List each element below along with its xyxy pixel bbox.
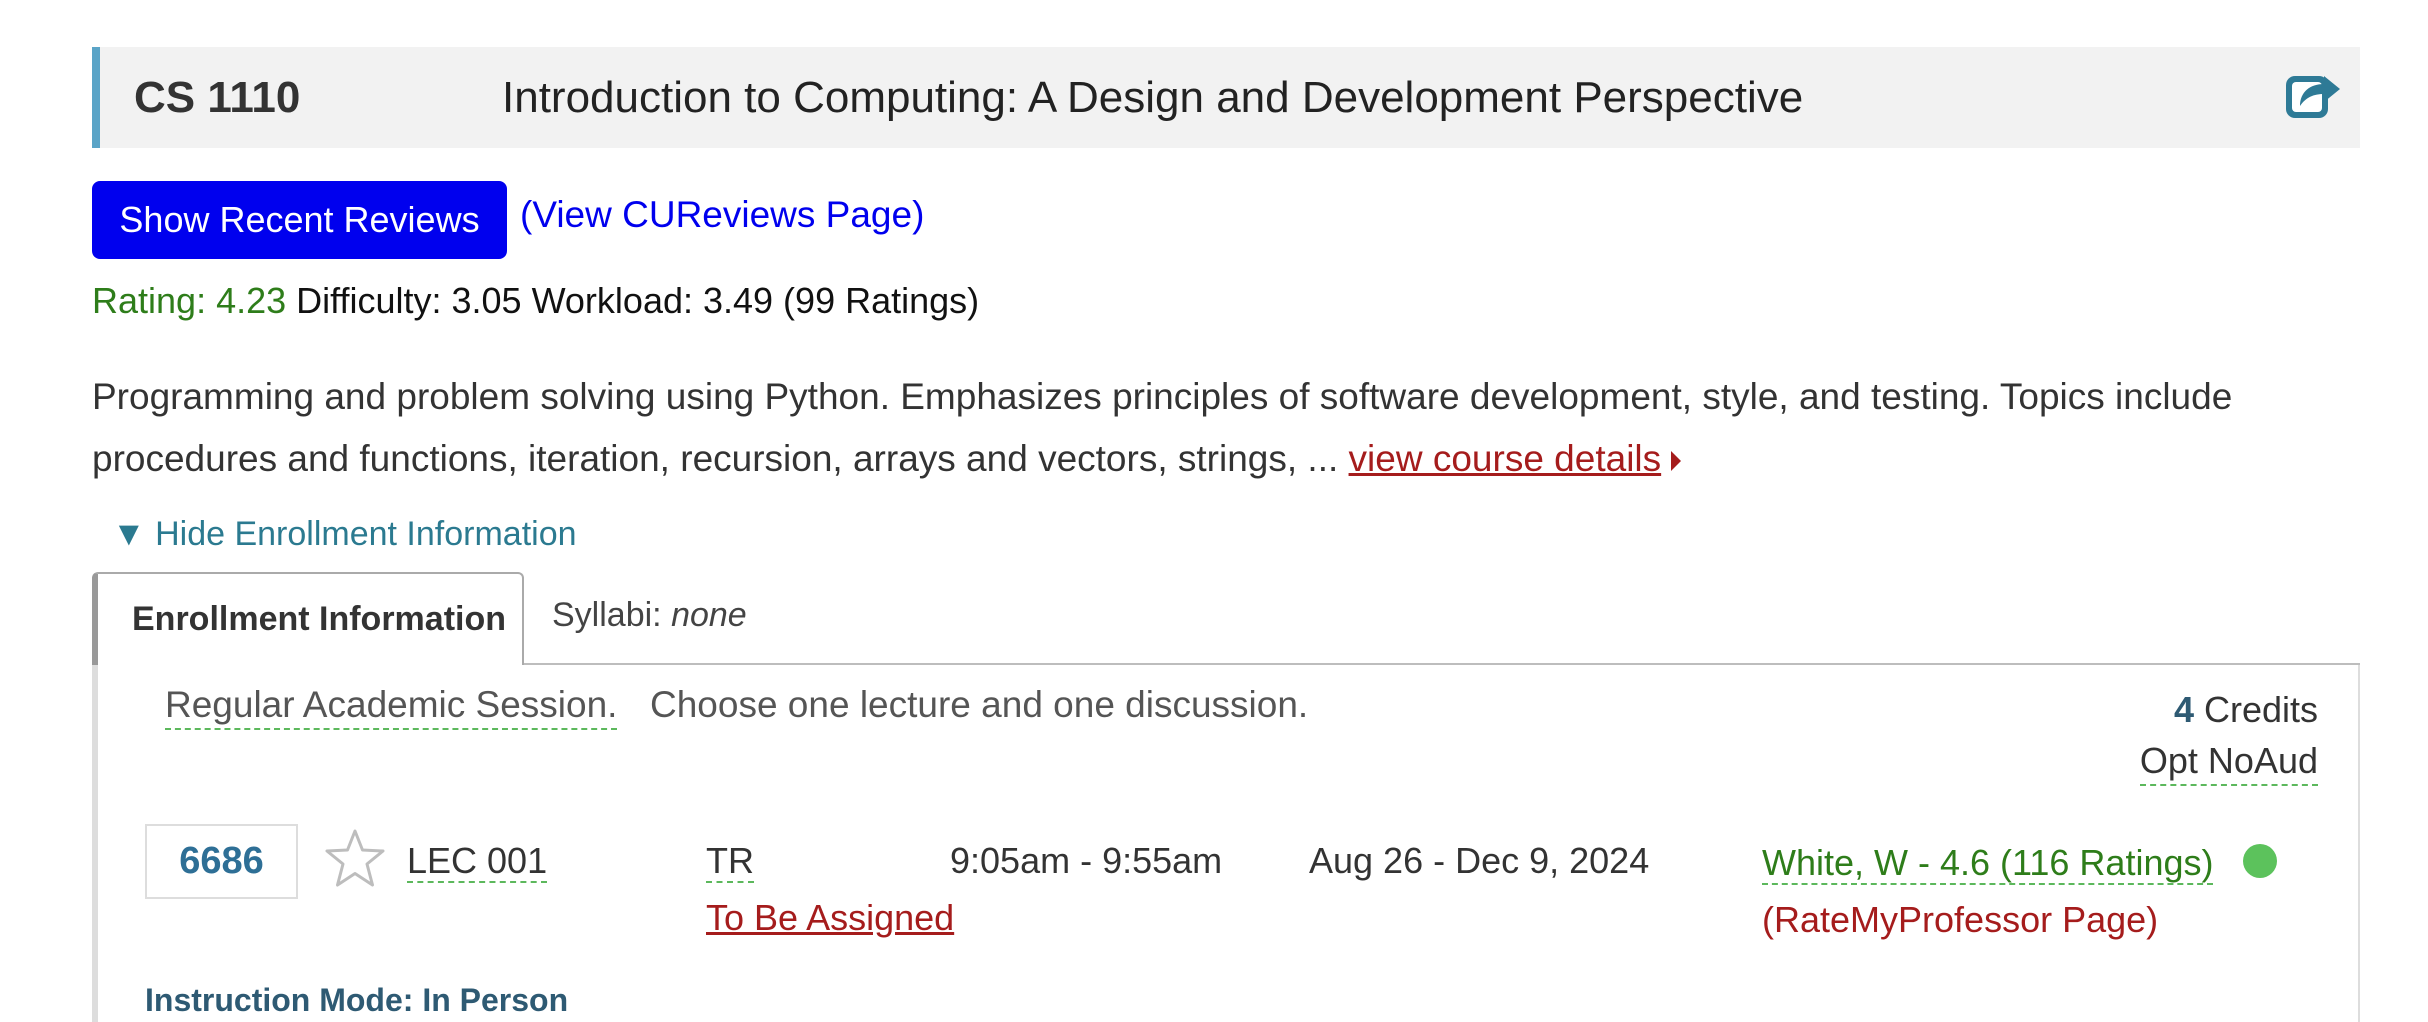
description-text: Programming and problem solving using Py…	[92, 376, 2233, 479]
course-description: Programming and problem solving using Py…	[92, 366, 2342, 490]
instruction-mode: Instruction Mode: In Person	[145, 982, 569, 1018]
difficulty-workload: Difficulty: 3.05 Workload: 3.49 (99 Rati…	[286, 280, 980, 321]
session-name[interactable]: Regular Academic Session.	[165, 684, 618, 730]
share-icon[interactable]	[2282, 62, 2342, 122]
caret-right-icon	[1671, 451, 1682, 472]
meeting-days[interactable]: TR	[706, 840, 754, 884]
ratings-summary: Rating: 4.23 Difficulty: 3.05 Workload: …	[92, 280, 979, 322]
credits: 4 Credits	[2174, 689, 2318, 731]
tab-divider	[524, 663, 2360, 665]
meeting-dates: Aug 26 - Dec 9, 2024	[1309, 840, 1650, 881]
instructor-link[interactable]: White, W - 4.6 (116 Ratings)	[1762, 842, 2214, 886]
section-label[interactable]: LEC 001	[407, 840, 548, 884]
location-link[interactable]: To Be Assigned	[706, 897, 954, 939]
syllabi-value: none	[671, 596, 747, 634]
course-title: Introduction to Computing: A Design and …	[502, 73, 1804, 122]
credits-number: 4	[2173, 689, 2194, 730]
course-code: CS 1110	[134, 73, 301, 122]
tab-enrollment-information[interactable]: Enrollment Information	[92, 572, 524, 665]
tab-syllabi[interactable]: Syllabi: none	[552, 596, 747, 635]
view-course-details-link[interactable]: view course details	[1349, 438, 1662, 479]
open-status-icon	[2243, 844, 2277, 878]
syllabi-label: Syllabi:	[552, 596, 672, 634]
show-recent-reviews-button[interactable]: Show Recent Reviews	[92, 181, 507, 259]
ratemyprofessor-link[interactable]: (RateMyProfessor Page)	[1762, 899, 2158, 941]
hide-enrollment-toggle[interactable]: ▼ Hide Enrollment Information	[112, 515, 577, 554]
meeting-time: 9:05am - 9:55am	[950, 840, 1223, 881]
class-number: 6686	[145, 824, 298, 899]
credits-label: Credits	[2193, 689, 2318, 730]
view-cureviews-link[interactable]: (View CUReviews Page)	[520, 194, 924, 236]
grading-option[interactable]: Opt NoAud	[2139, 740, 2318, 786]
star-icon[interactable]	[324, 828, 386, 890]
rating-value: Rating: 4.23	[92, 280, 287, 321]
session-note: Choose one lecture and one discussion.	[650, 684, 1309, 725]
